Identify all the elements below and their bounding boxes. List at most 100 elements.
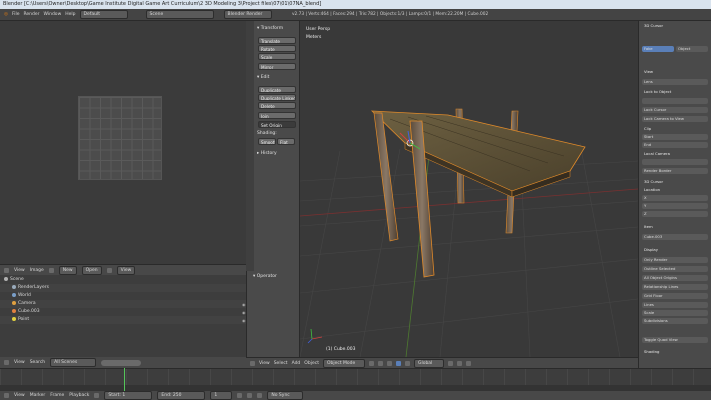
outliner-search-input[interactable] (101, 359, 142, 366)
start-frame-field[interactable]: Start: 1 (104, 391, 153, 400)
set-origin-dropdown[interactable]: Set Origin (258, 121, 296, 128)
outliner-row-camera[interactable]: Camera ◉ ◈ ◎ (0, 300, 258, 308)
clip-start-field[interactable]: Start (642, 134, 708, 140)
cursor-x-field[interactable]: X (642, 195, 708, 201)
translate-button[interactable]: Translate (258, 37, 296, 44)
menu-render[interactable]: Render (23, 12, 39, 17)
tl-menu-view[interactable]: View (14, 393, 25, 398)
layer-icon[interactable] (447, 360, 453, 366)
mode-dropdown[interactable]: Object Mode (322, 358, 365, 368)
tl-menu-frame[interactable]: Frame (50, 393, 64, 398)
transform-header[interactable]: ▾ Transform (257, 26, 283, 31)
outliner-row-renderlayers[interactable]: RenderLayers (0, 284, 258, 292)
rotate-manipulator-icon[interactable] (404, 360, 410, 366)
editor-type-icon[interactable] (4, 267, 9, 273)
outliner-filter-dropdown[interactable]: All Scenes (50, 358, 97, 367)
layout-dropdown[interactable]: Default (79, 10, 128, 19)
grid-scale-field[interactable]: Scale (642, 310, 708, 316)
uv-grid[interactable] (78, 96, 162, 180)
edit-header[interactable]: ▾ Edit (257, 75, 269, 80)
local-camera-field[interactable] (642, 159, 708, 165)
all-origins-checkbox[interactable]: All Object Origins (642, 275, 708, 281)
rotate-button[interactable]: Rotate (258, 45, 296, 52)
scene-dropdown[interactable]: Scene (145, 10, 214, 19)
cursor-y-field[interactable]: Y (642, 203, 708, 209)
vp-menu-object[interactable]: Object (304, 361, 319, 366)
panel-cursor-header[interactable]: 3D Cursor (642, 23, 708, 29)
editor-type-icon[interactable] (4, 393, 9, 398)
menu-help[interactable]: Help (65, 12, 75, 17)
shading-header[interactable]: Shading (642, 349, 708, 355)
menu-window[interactable]: Window (44, 12, 62, 17)
editor-type-icon[interactable] (4, 360, 9, 365)
blender-logo-icon[interactable]: ◎ (4, 12, 8, 17)
only-render-checkbox[interactable]: Only Render (642, 257, 708, 263)
grid-subdivisions-field[interactable]: Subdivisions (642, 318, 708, 324)
item-object-button[interactable]: Object (676, 46, 708, 52)
menu-file[interactable]: File (12, 12, 20, 17)
lock-camera-checkbox[interactable]: Lock Camera to View (642, 116, 708, 122)
record-icon[interactable] (94, 393, 100, 398)
orientation-dropdown[interactable]: Global (413, 358, 444, 368)
outliner-menu-view[interactable]: View (14, 360, 25, 365)
outliner-menu-search[interactable]: Search (30, 360, 45, 365)
item-fake-button[interactable]: Fake (642, 46, 674, 52)
render-icon[interactable] (465, 360, 471, 366)
duplicate-linked-button[interactable]: Duplicate Linked (258, 94, 296, 101)
item-name-field[interactable]: Cube.003 (642, 234, 708, 240)
outliner-row-world[interactable]: World (0, 292, 258, 300)
relationship-lines-checkbox[interactable]: Relationship Lines (642, 284, 708, 290)
flat-button[interactable]: Flat (277, 138, 295, 145)
lock-object-field[interactable] (642, 98, 708, 104)
clip-end-field[interactable]: End (642, 142, 708, 148)
uv-menu-view[interactable]: View (14, 268, 25, 273)
display-header[interactable]: Display (642, 247, 708, 253)
sync-dropdown[interactable]: No Sync (267, 391, 304, 400)
grid-floor-checkbox[interactable]: Grid Floor (642, 293, 708, 299)
delete-button[interactable]: Delete (258, 102, 296, 109)
scale-button[interactable]: Scale (258, 53, 296, 60)
open-image-button[interactable]: Open (81, 265, 102, 275)
manipulator-icon[interactable] (386, 360, 392, 366)
toggle-quad-view-button[interactable]: Toggle Quad View (642, 337, 708, 343)
editor-type-icon[interactable] (250, 360, 255, 366)
item-header[interactable]: Item (642, 224, 708, 230)
play-icon[interactable] (247, 393, 253, 398)
uv-menu-image[interactable]: Image (30, 268, 44, 273)
operator-header[interactable]: ▾ Operator (253, 274, 277, 279)
smooth-button[interactable]: Smooth (258, 138, 276, 145)
render-border-checkbox[interactable]: Render Border (642, 168, 708, 174)
tool-shelf-tabs[interactable] (246, 21, 254, 271)
tl-menu-playback[interactable]: Playback (69, 393, 89, 398)
vp-menu-select[interactable]: Select (274, 361, 288, 366)
outliner-row-cube[interactable]: Cube.003 ◉ ◈ ◎ (0, 308, 258, 316)
vp-menu-add[interactable]: Add (292, 361, 301, 366)
image-browse-icon[interactable] (48, 267, 54, 273)
outliner-row-point[interactable]: Point ◉ ◈ ◎ (0, 316, 258, 324)
translate-manipulator-icon[interactable] (395, 360, 401, 366)
view-header[interactable]: View (642, 69, 708, 75)
playhead[interactable] (124, 368, 125, 391)
mirror-button[interactable]: Mirror (258, 63, 296, 70)
current-frame-field[interactable]: 1 (210, 391, 233, 400)
end-frame-field[interactable]: End: 250 (157, 391, 206, 400)
outline-selected-checkbox[interactable]: Outline Selected (642, 266, 708, 272)
render-engine-dropdown[interactable]: Blender Render (223, 10, 272, 19)
lens-field[interactable]: Lens (642, 79, 708, 85)
outliner-row-scene[interactable]: Scene (0, 276, 250, 284)
view-mode-dropdown[interactable]: View (116, 265, 136, 275)
jump-end-icon[interactable] (257, 393, 263, 398)
grid-lines-field[interactable]: Lines (642, 302, 708, 308)
pin-icon[interactable] (106, 267, 112, 273)
shading-icon[interactable] (368, 360, 374, 366)
vp-menu-view[interactable]: View (259, 361, 270, 366)
join-button[interactable]: Join (258, 112, 296, 119)
lock-cursor-checkbox[interactable]: Lock Cursor (642, 107, 708, 113)
3d-cursor-header[interactable]: 3D Cursor (642, 179, 708, 185)
tl-menu-marker[interactable]: Marker (30, 393, 46, 398)
pivot-icon[interactable] (377, 360, 383, 366)
new-image-button[interactable]: New (58, 265, 77, 275)
snap-icon[interactable] (456, 360, 462, 366)
duplicate-button[interactable]: Duplicate (258, 86, 296, 93)
history-header[interactable]: ▸ History (257, 151, 277, 156)
